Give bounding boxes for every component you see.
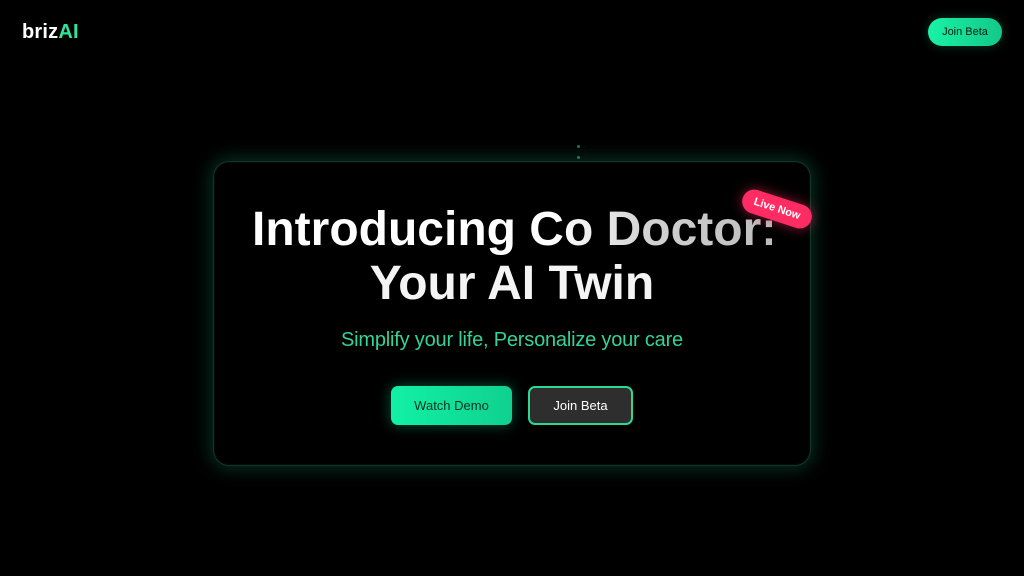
logo-accent-text: AI <box>58 21 79 43</box>
hero-title-line-1: Introducing Co Doctor: <box>252 203 778 256</box>
hero-subtitle: Simplify your life, Personalize your car… <box>341 329 683 351</box>
brand-logo[interactable]: brizAI <box>22 20 79 44</box>
header-join-beta-button[interactable]: Join Beta <box>928 18 1002 46</box>
watch-demo-button[interactable]: Watch Demo <box>391 386 512 425</box>
decorative-dot <box>577 156 580 159</box>
decorative-dot <box>577 145 580 148</box>
hero-title: Introducing Co Doctor: Your AI Twin <box>0 203 1024 311</box>
hero-join-beta-button[interactable]: Join Beta <box>528 386 633 425</box>
logo-primary-text: briz <box>22 21 59 43</box>
hero-title-line-2: Your AI Twin <box>369 257 655 310</box>
landing-page: brizAI Join Beta Introducing Co Doctor: … <box>0 0 1024 576</box>
